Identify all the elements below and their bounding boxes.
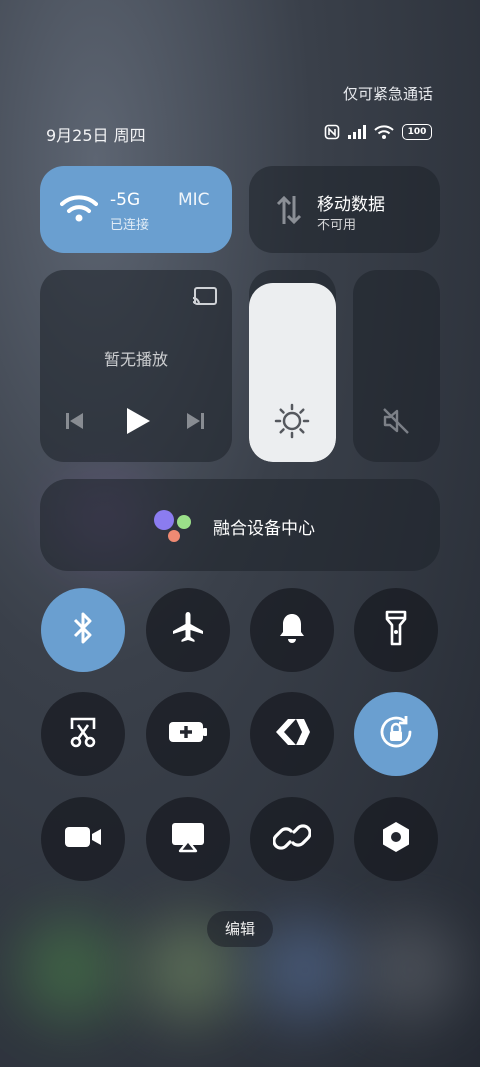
quick-share-toggle[interactable] xyxy=(250,692,334,776)
device-hub-label: 融合设备中心 xyxy=(213,519,315,539)
next-track-icon[interactable] xyxy=(184,410,206,436)
hexagon-settings-icon xyxy=(379,820,413,858)
link-icon xyxy=(272,822,312,856)
device-hub-icon xyxy=(152,508,198,548)
status-icons: 100 xyxy=(324,124,432,140)
screen-record-toggle[interactable] xyxy=(41,797,125,881)
screenshot-toggle[interactable] xyxy=(41,692,125,776)
video-camera-icon xyxy=(64,824,102,854)
sun-icon xyxy=(274,403,310,443)
previous-track-icon[interactable] xyxy=(64,410,86,436)
quick-share-icon xyxy=(274,717,310,751)
nfc-icon xyxy=(324,124,340,140)
volume-slider[interactable] xyxy=(353,270,440,462)
ringer-toggle[interactable] xyxy=(250,588,334,672)
wifi-tile[interactable]: -5G MIC 已连接 xyxy=(40,166,232,253)
date-text: 9月25日 周四 xyxy=(46,126,146,145)
rotation-lock-toggle[interactable] xyxy=(354,692,438,776)
bluetooth-icon xyxy=(70,611,96,649)
battery-icon: 100 xyxy=(402,124,432,140)
bluetooth-toggle[interactable] xyxy=(41,588,125,672)
wifi-icon xyxy=(60,194,98,226)
brightness-slider[interactable] xyxy=(249,270,336,462)
screen-cast-toggle[interactable] xyxy=(146,797,230,881)
media-placeholder: 暂无播放 xyxy=(103,350,168,369)
play-icon[interactable] xyxy=(124,406,152,440)
flashlight-toggle[interactable] xyxy=(354,588,438,672)
mobile-data-status: 不可用 xyxy=(317,218,357,233)
wifi-name: -5G xyxy=(110,190,141,210)
cast-icon[interactable] xyxy=(192,286,218,312)
battery-saver-toggle[interactable] xyxy=(146,692,230,776)
mute-icon xyxy=(381,406,411,440)
rotation-lock-icon xyxy=(376,712,416,756)
bell-icon xyxy=(277,611,307,649)
screen-cast-icon xyxy=(170,821,206,857)
wifi-status-icon xyxy=(374,125,394,139)
mobile-data-title: 移动数据 xyxy=(317,195,385,215)
mobile-data-tile[interactable]: 移动数据 不可用 xyxy=(249,166,440,253)
battery-saver-icon xyxy=(168,720,208,748)
airplane-icon xyxy=(170,610,206,650)
wifi-name-trail: MIC xyxy=(178,190,210,210)
edit-button[interactable]: 编辑 xyxy=(207,911,273,947)
settings-toggle[interactable] xyxy=(354,797,438,881)
screenshot-icon xyxy=(66,715,100,753)
wifi-status: 已连接 xyxy=(110,218,150,233)
signal-icon xyxy=(348,125,366,139)
media-player: 暂无播放 xyxy=(40,270,232,462)
device-link-toggle[interactable] xyxy=(250,797,334,881)
airplane-mode-toggle[interactable] xyxy=(146,588,230,672)
device-hub-tile[interactable]: 融合设备中心 xyxy=(40,479,440,571)
emergency-calls-only-text: 仅可紧急通话 xyxy=(342,85,433,103)
mobile-data-icon xyxy=(275,194,303,230)
flashlight-icon xyxy=(384,610,408,650)
